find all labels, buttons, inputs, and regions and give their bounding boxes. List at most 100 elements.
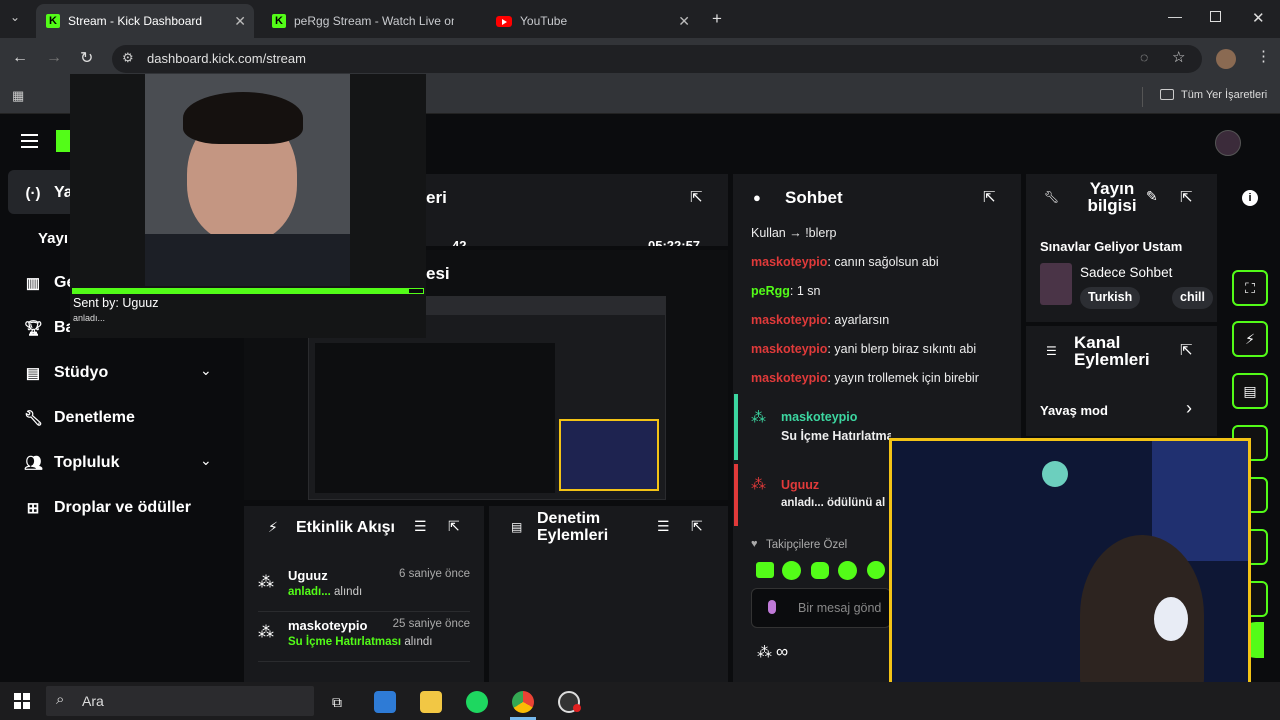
tag-chip[interactable]: Turkish bbox=[1080, 287, 1141, 309]
info-icon[interactable]: i bbox=[1242, 190, 1258, 206]
emote-icon[interactable] bbox=[756, 562, 774, 578]
user-icon: ⁂ bbox=[258, 624, 274, 641]
reward-event-user[interactable]: Uguuz bbox=[781, 478, 819, 492]
address-bar[interactable]: ⚙ dashboard.kick.com/stream ◌ ☆ bbox=[112, 45, 1202, 73]
popout-icon[interactable]: ⇱ bbox=[1180, 188, 1193, 206]
filter-icon[interactable]: ☰ bbox=[657, 518, 670, 535]
emote-icon[interactable] bbox=[782, 561, 801, 580]
popout-icon[interactable]: ⇱ bbox=[691, 518, 703, 535]
taskbar-search-text: Ara bbox=[82, 693, 104, 709]
category-name[interactable]: Sadece Sohbet bbox=[1080, 265, 1172, 280]
emote-icon[interactable] bbox=[867, 561, 885, 579]
user-avatar[interactable] bbox=[1215, 130, 1241, 156]
tab-kick-dashboard[interactable]: K Stream - Kick Dashboard ✕ bbox=[36, 4, 254, 38]
taskbar-search[interactable]: ⌕ Ara bbox=[46, 686, 314, 716]
file-explorer-icon[interactable] bbox=[420, 691, 442, 713]
sidebar-item-genel[interactable]: ▥ Ge bbox=[24, 274, 75, 292]
chevron-right-icon[interactable]: › bbox=[1186, 398, 1192, 419]
activity-user[interactable]: Uguuz bbox=[288, 568, 328, 583]
chat-message: maskoteypio: yani blerp biraz sıkıntı ab… bbox=[751, 342, 977, 356]
minimize-icon[interactable]: — bbox=[1168, 8, 1182, 24]
restore-icon[interactable] bbox=[1210, 11, 1221, 22]
trophy-icon: 🏆︎ bbox=[24, 320, 44, 337]
chrome-icon[interactable] bbox=[512, 691, 534, 713]
tag-chip[interactable]: chill bbox=[1172, 287, 1214, 309]
tab-list-chevron-icon[interactable]: ⌄ bbox=[10, 10, 20, 24]
microphone-icon[interactable] bbox=[768, 600, 776, 614]
bookmark-star-icon[interactable]: ☆ bbox=[1172, 48, 1185, 66]
chat-bubble-icon: ● bbox=[753, 190, 761, 205]
chat-message: Kullan → !blerp bbox=[751, 226, 837, 240]
new-tab-icon[interactable]: + bbox=[712, 9, 722, 29]
close-tab-icon[interactable]: ✕ bbox=[234, 13, 246, 30]
tab-youtube[interactable]: YouTube ✕ bbox=[486, 4, 698, 38]
reward-event-user[interactable]: maskoteypio bbox=[781, 410, 857, 424]
emote-icon[interactable] bbox=[838, 561, 857, 580]
chevron-down-icon[interactable]: ⌄ bbox=[200, 452, 212, 469]
user-icon: ⁂ bbox=[751, 409, 766, 426]
sidebar-item-basarimlar[interactable]: 🏆︎ Ba bbox=[24, 319, 74, 337]
user-icon: ⁂ bbox=[757, 644, 772, 661]
kick-logo[interactable] bbox=[56, 130, 70, 152]
alert-progress-bar bbox=[72, 288, 424, 294]
forward-icon[interactable]: → bbox=[46, 49, 62, 67]
sidebar-item-topluluk[interactable]: 👥︎ Topluluk bbox=[24, 454, 119, 472]
moderation-title: Denetim Eylemleri bbox=[537, 510, 609, 544]
close-window-icon[interactable]: ✕ bbox=[1252, 9, 1265, 27]
popout-icon[interactable]: ⇱ bbox=[983, 188, 996, 206]
sidebar-item-denetleme[interactable]: 🔧︎ Denetleme bbox=[24, 409, 135, 427]
popout-icon[interactable]: ⇱ bbox=[1180, 341, 1193, 359]
back-icon[interactable]: ← bbox=[12, 49, 28, 67]
bookmarks-separator bbox=[1142, 87, 1143, 107]
task-view-icon[interactable]: ⧉ bbox=[326, 691, 348, 713]
rail-document-button[interactable]: ▤ bbox=[1232, 373, 1268, 409]
channel-actions-title: Kanal Eylemleri bbox=[1074, 333, 1150, 369]
apps-grid-icon[interactable]: ▦ bbox=[12, 88, 24, 104]
filter-icon[interactable]: ☰ bbox=[414, 518, 427, 535]
infinity-icon: ∞ bbox=[776, 642, 789, 661]
sidebar-item-studyo[interactable]: ▤ Stüdyo bbox=[24, 364, 108, 382]
popout-icon[interactable]: ⇱ bbox=[690, 188, 703, 206]
chat-title: Sohbet bbox=[785, 188, 843, 207]
alert-overlay: Sent by: Uguuz anladı... bbox=[70, 74, 426, 338]
edit-pencil-icon[interactable]: ✎ bbox=[1146, 188, 1158, 205]
emote-icon[interactable] bbox=[811, 562, 829, 579]
sidebar-subitem-yayin[interactable]: Yayı bbox=[38, 230, 68, 247]
youtube-favicon-icon bbox=[496, 15, 512, 27]
close-tab-icon[interactable]: ✕ bbox=[678, 13, 690, 30]
sidebar-item-droplar[interactable]: ⊞ Droplar ve ödüller bbox=[24, 499, 191, 517]
wrench-icon: 🔧︎ bbox=[24, 410, 44, 427]
sidebar-item-yayin[interactable]: (·) Ya bbox=[24, 184, 73, 202]
hamburger-menu-icon[interactable] bbox=[21, 134, 38, 148]
browser-tab-bar: ⌄ K Stream - Kick Dashboard ✕ K peRgg St… bbox=[0, 0, 1280, 38]
reward-event-bar bbox=[734, 394, 738, 460]
webcam-light bbox=[1042, 461, 1068, 487]
gift-icon: ⊞ bbox=[26, 500, 40, 517]
profile-avatar[interactable] bbox=[1216, 49, 1236, 69]
chevron-down-icon[interactable]: ⌄ bbox=[200, 362, 212, 379]
rail-expand-button[interactable]: ⛶ bbox=[1232, 270, 1268, 306]
stream-duration: 05:22:57 bbox=[648, 238, 701, 246]
site-info-icon[interactable]: ⚙ bbox=[122, 50, 134, 66]
mail-app-icon[interactable] bbox=[374, 691, 396, 713]
windows-start-icon[interactable] bbox=[14, 693, 30, 709]
alert-image bbox=[145, 74, 350, 286]
chart-icon: ▥ bbox=[25, 275, 41, 292]
activity-title: Etkinlik Akışı bbox=[296, 519, 395, 536]
reload-icon[interactable]: ↻ bbox=[80, 48, 93, 68]
tab-pergg-stream[interactable]: K peRgg Stream - Watch Live on K bbox=[262, 4, 480, 38]
popout-icon[interactable]: ⇱ bbox=[448, 518, 460, 535]
rail-lightning-button[interactable]: ⚡︎ bbox=[1232, 321, 1268, 357]
slow-mode-label[interactable]: Yavaş mod bbox=[1040, 403, 1108, 418]
category-thumbnail bbox=[1040, 263, 1072, 305]
activity-feed-panel: ⚡︎ Etkinlik Akışı ☰ ⇱ ⁂ Uguuz 6 saniye ö… bbox=[244, 506, 484, 682]
all-bookmarks-link[interactable]: Tüm Yer İşaretleri bbox=[1181, 89, 1267, 101]
channel-actions-panel: ☰ Kanal Eylemleri ⇱ Yavaş mod › bbox=[1026, 326, 1217, 436]
obs-recording-dot bbox=[573, 704, 581, 712]
webcam-headset bbox=[1154, 597, 1188, 641]
activity-user[interactable]: maskoteypio bbox=[288, 618, 367, 633]
browser-menu-icon[interactable]: ⋮ bbox=[1256, 47, 1271, 65]
eye-off-icon[interactable]: ◌ bbox=[1140, 49, 1148, 65]
chat-input[interactable]: Bir mesaj gönd bbox=[751, 588, 891, 628]
spotify-icon[interactable] bbox=[466, 691, 488, 713]
